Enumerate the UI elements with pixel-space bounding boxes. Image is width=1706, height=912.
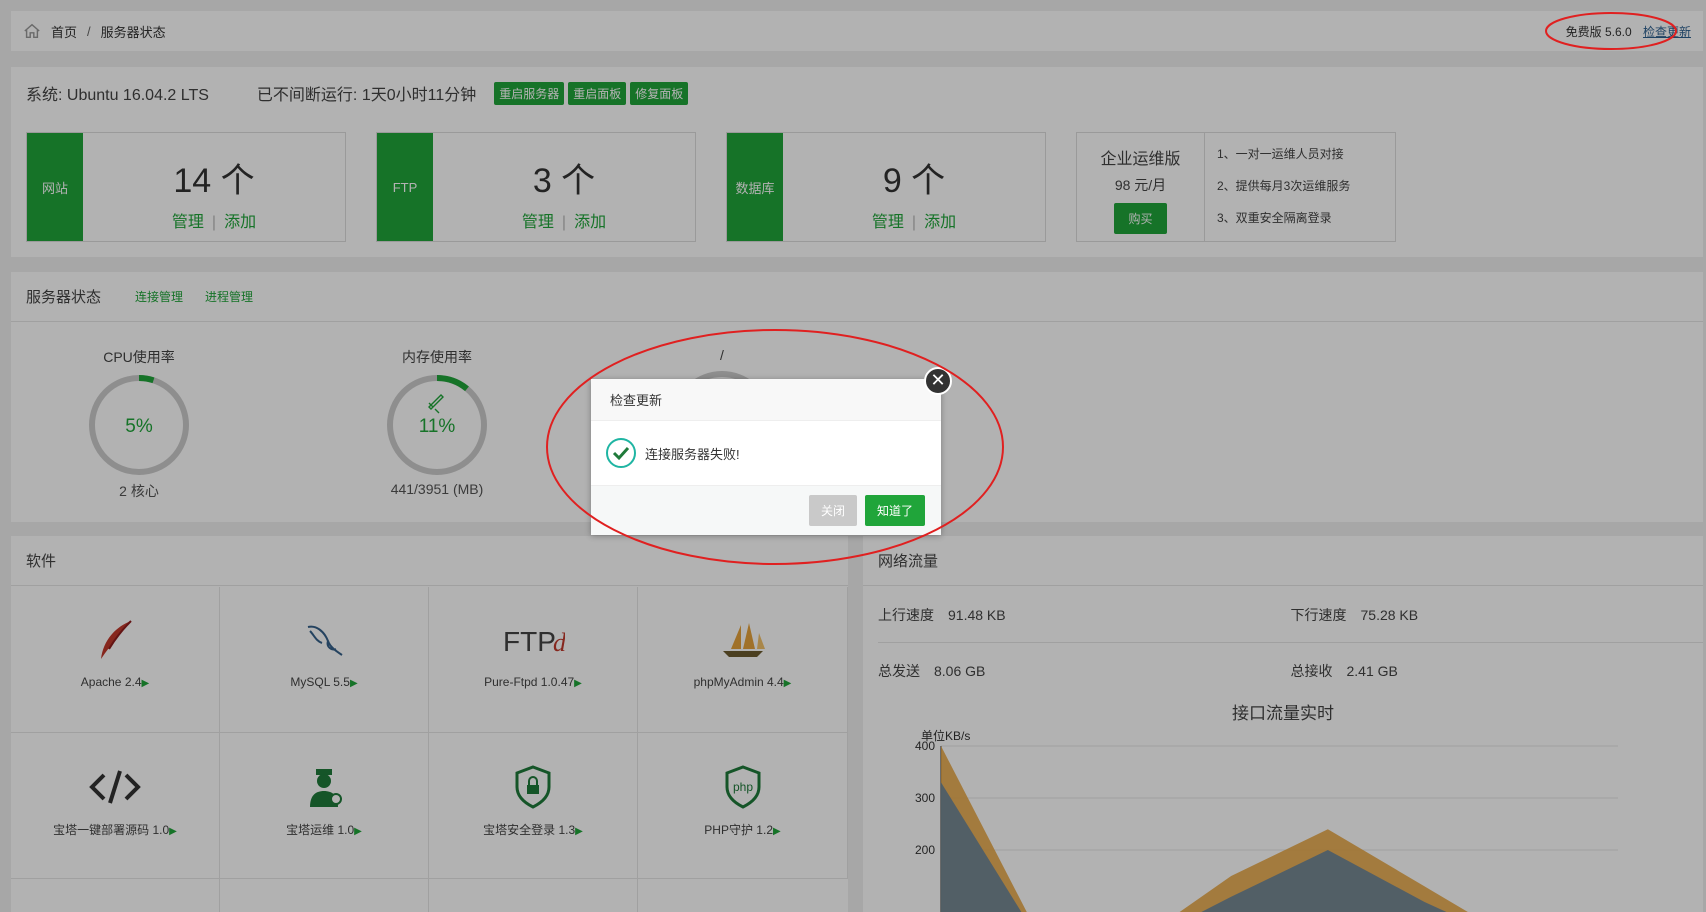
close-icon[interactable]: ✕: [924, 367, 952, 395]
check-circle-icon: [606, 438, 636, 468]
dialog-footer: 关闭 知道了: [591, 485, 941, 535]
dialog-body: 连接服务器失败!: [591, 421, 941, 485]
check-update-dialog: 检查更新 连接服务器失败! 关闭 知道了: [591, 379, 941, 535]
dialog-title: 检查更新: [591, 379, 941, 421]
dialog-message: 连接服务器失败!: [645, 446, 740, 462]
close-button[interactable]: 关闭: [808, 495, 857, 526]
ok-button[interactable]: 知道了: [864, 495, 925, 526]
